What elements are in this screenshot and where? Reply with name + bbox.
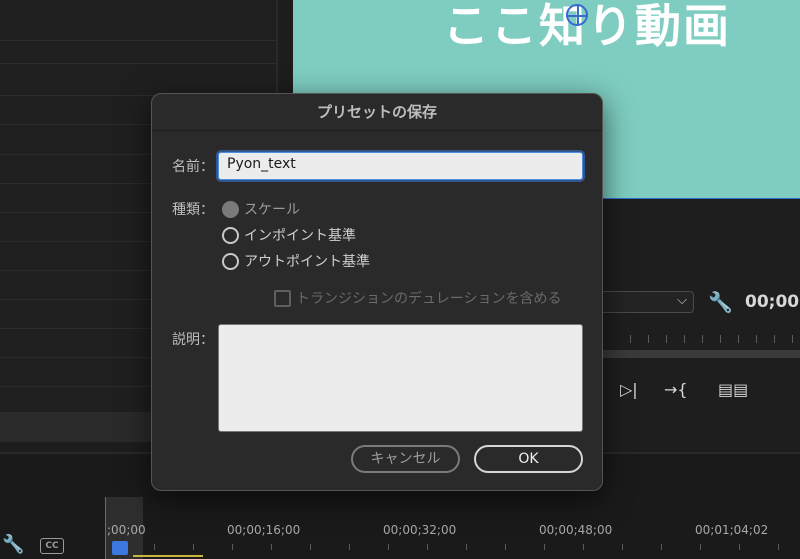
timeline-timecode: 00;00;32;00 <box>383 523 457 537</box>
timeline-start-timecode: ;00;00 <box>107 523 146 537</box>
radio-out-point[interactable]: アウトポイント基準 <box>222 251 412 271</box>
timeline-ruler[interactable] <box>105 544 800 554</box>
radio-in-point[interactable]: インポイント基準 <box>222 225 412 245</box>
preview-title-text: ここ知り動画 <box>443 0 731 53</box>
radio-selected-icon <box>222 201 239 218</box>
cancel-button[interactable]: キャンセル <box>351 445 460 473</box>
ok-button[interactable]: OK <box>474 445 583 473</box>
name-label: 名前： <box>172 159 214 175</box>
radio-scale-label: スケール <box>244 202 300 218</box>
radio-in-point-label: インポイント基準 <box>244 228 356 244</box>
radio-out-point-label: アウトポイント基準 <box>244 254 370 270</box>
save-preset-dialog: プリセットの保存 名前： Pyon_text 種類： スケール インポイント基準… <box>151 93 603 491</box>
checkbox-icon <box>274 290 291 307</box>
timeline-timecode: 00;00;48;00 <box>539 523 613 537</box>
resolution-dropdown[interactable]: ⌵ <box>600 291 694 313</box>
transition-duration-label: トランジションのデュレーションを含める <box>296 291 562 307</box>
step-forward-icon[interactable]: →{ <box>664 380 688 399</box>
playhead[interactable] <box>112 541 128 555</box>
work-area-bar[interactable] <box>133 555 203 557</box>
cc-icon[interactable]: CC <box>40 538 64 554</box>
preview-border <box>600 198 800 199</box>
description-label: 説明： <box>172 332 214 348</box>
timeline-timecode: 00;00;16;00 <box>227 523 301 537</box>
chevron-down-icon: ⌵ <box>677 293 687 308</box>
name-field[interactable]: Pyon_text <box>218 152 583 180</box>
export-frame-icon[interactable]: ▤▤ <box>718 380 748 399</box>
radio-scale[interactable]: スケール <box>222 199 412 219</box>
panel-row-divider <box>0 40 278 41</box>
dialog-title: プリセットの保存 <box>152 94 602 131</box>
radio-empty-icon <box>222 253 239 270</box>
description-field[interactable] <box>218 324 583 432</box>
monitor-ruler[interactable] <box>600 335 800 347</box>
panel-row-divider <box>0 63 278 64</box>
wrench-icon[interactable]: 🔧 <box>708 290 733 314</box>
wrench-icon[interactable]: 🔧 <box>2 534 24 555</box>
transition-duration-checkbox[interactable]: トランジションのデュレーションを含める <box>274 288 594 308</box>
monitor-timecode[interactable]: 00;00; <box>745 292 800 312</box>
play-next-icon[interactable]: ▷| <box>620 380 638 399</box>
monitor-controls <box>600 200 800 450</box>
radio-empty-icon <box>222 227 239 244</box>
timeline-timecode: 00;01;04;02 <box>695 523 769 537</box>
type-label: 種類： <box>172 202 214 218</box>
crosshair-icon[interactable] <box>566 4 588 26</box>
monitor-zoom-bar[interactable] <box>600 350 800 358</box>
